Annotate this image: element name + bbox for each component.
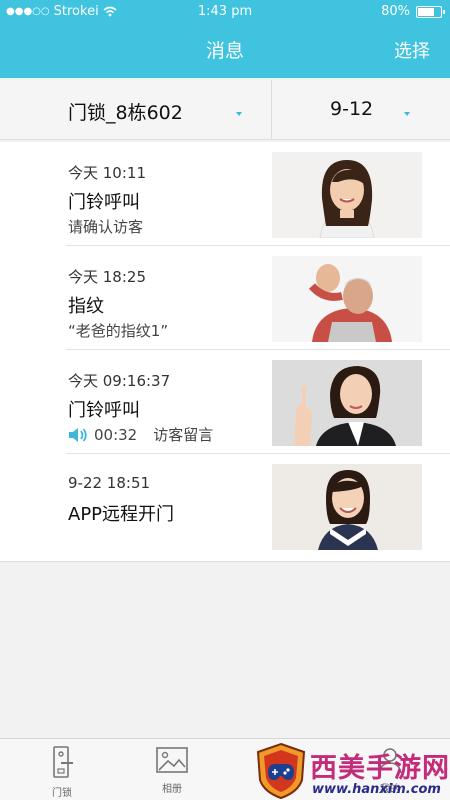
voicemail-row[interactable]: 00:32 访客留言: [68, 424, 213, 445]
watermark: 西美手游网 www.hanxim.com: [254, 742, 450, 800]
date-filter-dropdown[interactable]: 9-12: [272, 80, 450, 140]
battery-fill: [418, 7, 434, 16]
message-list: 今天 10:11 门铃呼叫 请确认访客 今天 18:25 指纹 “老爸的指纹1”: [0, 142, 450, 562]
message-subtitle-text: “老爸的指纹1”: [68, 322, 169, 340]
status-bar: ●●●○○ Strokei 1:43 pm 80%: [0, 0, 450, 24]
speaker-icon: [69, 427, 87, 442]
nav-bar: 消息 选择: [0, 24, 450, 78]
lock-filter-dropdown[interactable]: 门锁_8栋602: [0, 80, 272, 140]
visitor-photo[interactable]: [272, 152, 422, 238]
status-right: 80%: [381, 4, 445, 19]
visitor-photo[interactable]: [272, 360, 422, 446]
message-time: 9-22 18:51: [68, 474, 151, 492]
visitor-photo[interactable]: [272, 256, 422, 342]
voicemail-duration: 00:32: [94, 425, 138, 444]
message-item-doorbell[interactable]: 今天 10:11 门铃呼叫 请确认访客: [0, 142, 450, 246]
message-time: 今天 10:11: [68, 164, 146, 182]
girl-photo-icon: [272, 464, 422, 550]
woman-photo-icon: [272, 152, 422, 238]
message-time: 今天 09:16:37: [68, 372, 171, 390]
tab-label: 相册: [162, 784, 182, 795]
grandfather-child-photo-icon: [272, 256, 422, 342]
visitor-photo[interactable]: [272, 464, 422, 550]
select-button[interactable]: 选择: [394, 37, 430, 63]
filter-bar: 门锁_8栋602 9-12: [0, 80, 450, 140]
message-subtitle: 请确认访客: [68, 216, 143, 237]
message-title: 指纹: [68, 296, 104, 317]
battery-icon: [416, 5, 445, 18]
message-item-remote-unlock[interactable]: 9-22 18:51 APP远程开门: [0, 454, 450, 558]
date-filter-label: 9-12: [330, 98, 374, 120]
door-lock-icon: [53, 746, 73, 778]
chevron-down-icon: [236, 112, 242, 116]
message-title: 门铃呼叫: [68, 400, 140, 421]
message-title: APP远程开门: [68, 504, 175, 525]
page-title: 消息: [205, 40, 244, 62]
chevron-down-icon: [404, 112, 410, 116]
tab-door-lock[interactable]: 门锁: [32, 745, 92, 799]
watermark-url: www.hanxim.com: [312, 782, 441, 797]
message-time: 今天 18:25: [68, 268, 146, 286]
message-subtitle-text: 请确认访客: [68, 218, 144, 236]
watermark-text: 西美手游网: [310, 753, 450, 784]
tab-label: 门锁: [52, 788, 72, 799]
message-item-doorbell-voicemail[interactable]: 今天 09:16:37 门铃呼叫 00:32 访客留言: [0, 350, 450, 454]
voicemail-label: 访客留言: [153, 426, 214, 444]
woman-pointing-photo-icon: [272, 360, 422, 446]
tab-album[interactable]: 相册: [142, 745, 202, 795]
gamepad-shield-logo-icon: [256, 742, 306, 800]
message-item-fingerprint[interactable]: 今天 18:25 指纹 “老爸的指纹1”: [0, 246, 450, 350]
message-title: 门铃呼叫: [68, 192, 140, 213]
message-subtitle: “老爸的指纹1”: [68, 320, 168, 341]
lock-filter-label: 门锁_8栋602: [68, 102, 183, 124]
album-icon: [156, 747, 188, 773]
battery-percent: 80%: [381, 4, 410, 19]
